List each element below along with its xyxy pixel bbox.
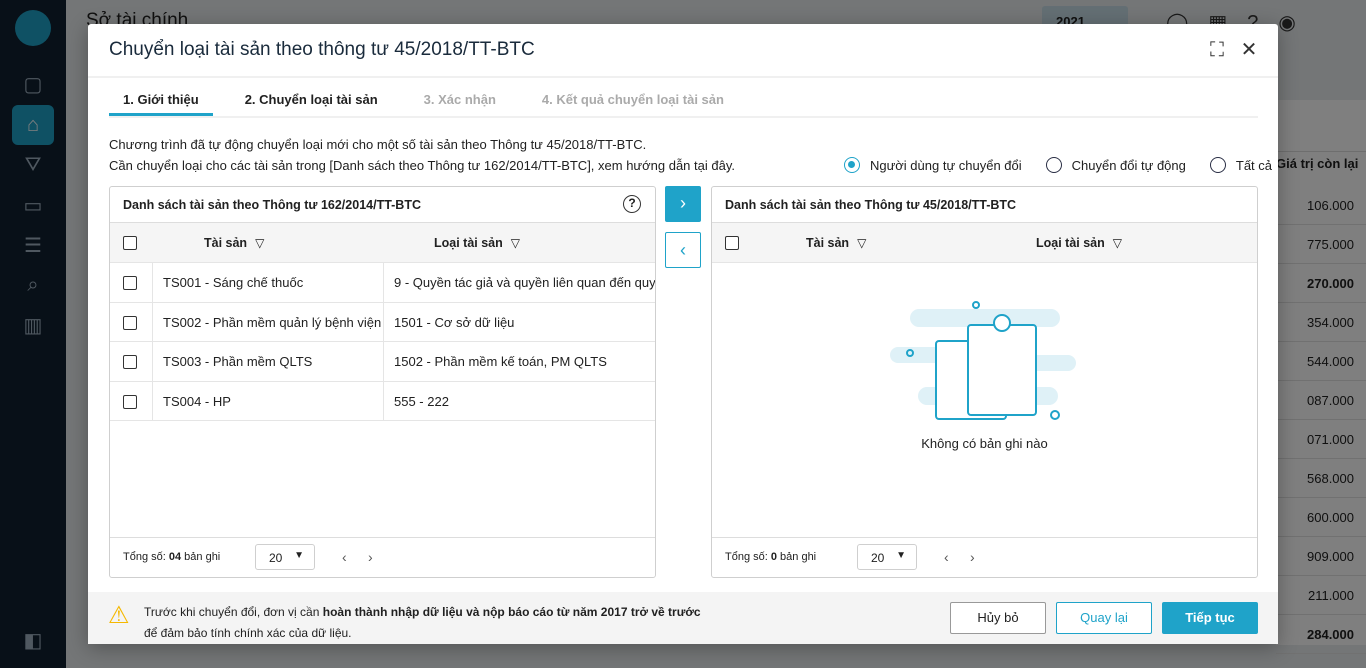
select-all-checkbox[interactable] (123, 236, 137, 250)
filter-icon[interactable]: ▽ (255, 236, 264, 250)
select-all-checkbox[interactable] (725, 236, 739, 250)
type-cell: 1501 - Cơ sở dữ liệu (394, 314, 515, 330)
asset-cell: TS004 - HP (152, 381, 384, 420)
row-checkbox[interactable] (123, 394, 137, 409)
col-type: Loại tài sản (1036, 236, 1105, 250)
next-page-icon[interactable]: › (970, 549, 975, 565)
fullscreen-icon[interactable]: ⛶ (1206, 40, 1228, 62)
tab-intro[interactable]: 1. Giới thiệu (109, 84, 213, 116)
help-icon[interactable]: ? (623, 195, 641, 213)
panel-title: Danh sách tài sản theo Thông tư 45/2018/… (725, 198, 1017, 212)
step-tabs: 1. Giới thiệu 2. Chuyển loại tài sản 3. … (109, 84, 1258, 118)
radio-label: Tất cả (1235, 157, 1272, 173)
mode-radio-group: Người dùng tự chuyển đổi Chuyển đổi tự đ… (843, 157, 1272, 173)
table-row[interactable]: TS001 - Sáng chế thuốc 9 - Quyền tác giả … (110, 263, 655, 303)
cancel-button[interactable]: Hủy bỏ (950, 602, 1046, 634)
tab-result[interactable]: 4. Kết quả chuyển loại tài sản (528, 84, 738, 116)
filter-icon[interactable]: ▽ (511, 236, 520, 250)
right-asset-panel: Danh sách tài sản theo Thông tư 45/2018/… (711, 186, 1258, 578)
radio-auto[interactable]: Chuyển đổi tự động (1045, 157, 1186, 173)
radio-user[interactable]: Người dùng tự chuyển đổi (843, 157, 1022, 173)
asset-cell: TS001 - Sáng chế thuốc (152, 263, 384, 302)
type-cell: 9 - Quyền tác giả và quyền liên quan đến… (394, 275, 656, 290)
next-page-icon[interactable]: › (368, 549, 373, 565)
row-checkbox[interactable] (123, 276, 137, 290)
asset-cell: TS003 - Phần mềm QLTS (152, 342, 384, 381)
table-row[interactable]: TS003 - Phần mềm QLTS 1502 - Phần mềm kế … (110, 342, 655, 382)
table-row[interactable]: TS004 - HP 555 - 222 (110, 381, 655, 421)
filter-icon[interactable]: ▽ (1113, 236, 1122, 250)
type-cell: 1502 - Phần mềm kế toán, PM QLTS (394, 354, 607, 369)
radio-label: Chuyển đổi tự động (1071, 157, 1186, 173)
empty-clipboard-icon (889, 301, 1076, 420)
warning-icon: ⚠ (108, 602, 130, 629)
dialog-footer: ⚠ Trước khi chuyển đổi, đơn vị cần hoàn … (88, 592, 1278, 644)
close-icon[interactable]: ✕ (1238, 40, 1260, 62)
empty-state: Không có bản ghi nào (712, 297, 1257, 451)
dialog-title: Chuyển loại tài sản theo thông tư 45/201… (109, 39, 535, 60)
tab-confirm[interactable]: 3. Xác nhận (410, 84, 510, 116)
asset-cell: TS002 - Phần mềm quản lý bệnh viện (152, 302, 384, 341)
back-button[interactable]: Quay lại (1056, 602, 1152, 634)
type-cell: 555 - 222 (394, 393, 449, 409)
row-checkbox[interactable] (123, 315, 137, 330)
move-left-button[interactable]: ‹ (665, 232, 701, 268)
page-size-select[interactable]: 20 ▼ (857, 544, 917, 570)
page-size-select[interactable]: 20 ▼ (255, 544, 315, 570)
row-checkbox[interactable] (123, 355, 137, 369)
prev-page-icon[interactable]: ‹ (342, 549, 347, 565)
left-asset-panel: Danh sách tài sản theo Thông tư 162/2014… (109, 186, 656, 578)
intro-text-1: Chương trình đã tự động chuyển loại mới … (109, 137, 647, 152)
table-row[interactable]: TS002 - Phần mềm quản lý bệnh viện 1501 -… (110, 302, 655, 342)
total-count: Tổng số: 0 bản ghi (725, 551, 817, 563)
prev-page-icon[interactable]: ‹ (944, 549, 949, 565)
move-right-button[interactable]: › (665, 186, 701, 222)
warning-message: Trước khi chuyển đổi, đơn vị cần hoàn th… (144, 605, 701, 640)
convert-asset-dialog: Chuyển loại tài sản theo thông tư 45/201… (88, 24, 1278, 644)
col-asset: Tài sản (204, 236, 248, 250)
intro-text-2[interactable]: Cần chuyển loại cho các tài sản trong [D… (109, 155, 735, 176)
panel-title: Danh sách tài sản theo Thông tư 162/2014… (123, 198, 421, 212)
tab-convert[interactable]: 2. Chuyển loại tài sản (231, 84, 392, 116)
col-type: Loại tài sản (434, 236, 503, 250)
col-asset: Tài sản (806, 236, 850, 250)
next-button[interactable]: Tiếp tục (1162, 602, 1258, 634)
filter-icon[interactable]: ▽ (857, 236, 866, 250)
empty-message: Không có bản ghi nào (921, 436, 1048, 451)
radio-all[interactable]: Tất cả (1209, 157, 1272, 173)
total-count: Tổng số: 04 bản ghi (123, 551, 221, 563)
radio-label: Người dùng tự chuyển đổi (869, 157, 1022, 173)
